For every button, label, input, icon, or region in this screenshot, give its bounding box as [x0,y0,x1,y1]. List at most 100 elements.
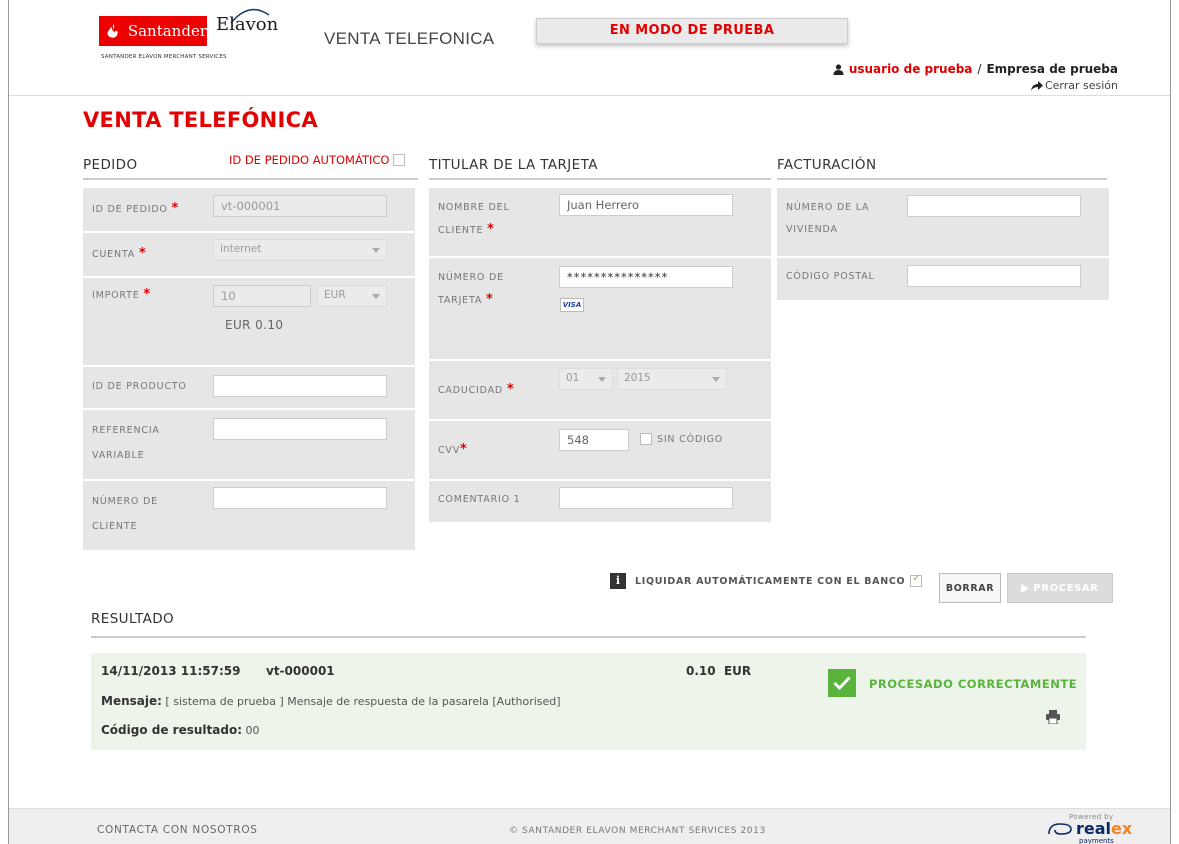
result-panel: 14/11/2013 11:57:59 vt-000001 0.10 EUR M… [91,653,1086,750]
auto-order-id-toggle[interactable]: ID DE PEDIDO AUTOMÁTICO [229,153,406,167]
importe-label: IMPORTE * [92,287,151,302]
postal-label: CÓDIGO POSTAL [786,271,875,282]
comentario-input[interactable] [559,487,733,509]
santander-flame-icon [107,24,118,38]
currency-select[interactable]: EUR [317,285,387,307]
postal-input[interactable] [907,265,1081,287]
titular-section-title: TITULAR DE LA TARJETA [429,157,771,180]
facturacion-panel: NÚMERO DE LA VIVIENDA CÓDIGO POSTAL [777,188,1109,300]
comentario-label: COMENTARIO 1 [438,494,521,505]
cuenta-label: CUENTA * [92,246,147,261]
app-title: VENTA TELEFONICA [324,29,495,48]
cvv-label: CVV* [438,442,468,457]
cvv-row: CVV* SIN CÓDIGO [429,421,771,479]
realex-text: realex [1076,819,1133,838]
santander-logo: Santander [99,16,207,46]
auto-settle-checkbox[interactable] [910,573,923,587]
vivienda-input[interactable] [907,195,1081,217]
header: Santander Elavon SANTANDER ELAVON MERCHA… [9,0,1170,96]
process-button[interactable]: PROCESAR [1007,573,1113,603]
result-status: PROCESADO CORRECTAMENTE [869,677,1078,691]
cuenta-select[interactable]: internet [213,239,387,261]
user-name-link[interactable]: usuario de prueba [849,62,973,76]
cliente-label: NÚMERO DE CLIENTE [92,496,158,532]
user-icon [833,63,844,75]
print-icon[interactable] [1045,710,1061,724]
caducidad-row: CADUCIDAD * 01 2015 [429,361,771,419]
cuenta-row: CUENTA * internet [83,233,415,276]
result-amount: 0.10 EUR [686,664,752,678]
copyright: © SANTANDER ELAVON MERCHANT SERVICES 201… [509,826,766,836]
page-title: VENTA TELEFÓNICA [83,108,318,132]
vivienda-row: NÚMERO DE LA VIVIENDA [777,188,1109,256]
tarjeta-row: NÚMERO DE TARJETA * VISA [429,258,771,359]
app-frame: Santander Elavon SANTANDER ELAVON MERCHA… [8,0,1171,844]
logout-link[interactable]: Cerrar sesión [1030,79,1118,92]
referencia-row: REFERENCIA VARIABLE [83,410,415,479]
referencia-input[interactable] [213,418,387,440]
exp-year-select[interactable]: 2015 [617,368,727,390]
chevron-down-icon [712,377,720,382]
cliente-row: NÚMERO DE CLIENTE [83,481,415,550]
auto-settle-label: LIQUIDAR AUTOMÁTICAMENTE CON EL BANCO [635,575,906,587]
visa-card-icon: VISA [560,298,584,312]
referencia-label: REFERENCIA VARIABLE [92,425,160,461]
contact-link[interactable]: CONTACTA CON NOSOTROS [97,824,258,836]
producto-input[interactable] [213,375,387,397]
info-icon[interactable]: i [610,573,626,589]
footer: CONTACTA CON NOSOTROS © SANTANDER ELAVON… [9,808,1170,844]
santander-logo-text: Santander [127,22,207,40]
auto-order-id-label: ID DE PEDIDO AUTOMÁTICO [229,153,390,167]
titular-panel: NOMBRE DEL CLIENTE * NÚMERO DE TARJETA *… [429,188,771,522]
nombre-label: NOMBRE DEL CLIENTE * [438,202,510,237]
elavon-logo: Elavon [216,14,279,35]
play-icon [1021,583,1030,593]
facturacion-section-title: FACTURACIÓN [777,157,1107,180]
postal-row: CÓDIGO POSTAL [777,258,1109,300]
clear-button[interactable]: BORRAR [939,573,1001,603]
user-separator: / [977,62,982,76]
vivienda-label: NÚMERO DE LA VIVIENDA [786,202,870,235]
auto-settle-toggle[interactable]: LIQUIDAR AUTOMÁTICAMENTE CON EL BANCO [635,573,923,587]
caducidad-label: CADUCIDAD * [438,382,515,397]
nombre-input[interactable] [559,194,733,216]
result-message: Mensaje: [ sistema de prueba ] Mensaje d… [101,694,561,708]
result-section-title: RESULTADO [91,611,1086,638]
order-id-row: ID DE PEDIDO * [83,188,415,231]
logout-label: Cerrar sesión [1044,79,1118,92]
chevron-down-icon [598,377,606,382]
process-button-label: PROCESAR [1033,582,1099,594]
share-arrow-icon [1030,80,1043,91]
pedido-panel: ID DE PEDIDO * CUENTA * internet IMPORTE… [83,188,415,550]
producto-label: ID DE PRODUCTO [92,381,187,392]
no-cvv-toggle[interactable]: SIN CÓDIGO [640,433,723,445]
no-cvv-checkbox[interactable] [640,433,652,445]
user-info: usuario de prueba / Empresa de prueba [833,62,1118,76]
importe-row: IMPORTE * EUR EUR 0.10 [83,278,415,365]
comentario-row: COMENTARIO 1 [429,481,771,522]
exp-month-select[interactable]: 01 [559,368,613,390]
realex-logo: realex [1047,819,1133,838]
importe-formatted: EUR 0.10 [225,318,284,332]
chevron-down-icon [372,248,380,253]
producto-row: ID DE PRODUCTO [83,367,415,408]
auto-order-id-checkbox[interactable] [393,154,406,166]
result-date: 14/11/2013 11:57:59 [101,664,241,678]
chevron-down-icon [372,294,380,299]
card-number-input[interactable] [559,266,733,288]
cvv-input[interactable] [559,429,629,451]
realex-swirl-icon [1048,823,1072,835]
no-cvv-label: SIN CÓDIGO [657,433,724,445]
tarjeta-label: NÚMERO DE TARJETA * [438,272,504,307]
importe-input[interactable] [213,285,311,307]
cliente-input[interactable] [213,487,387,509]
order-id-input[interactable] [213,195,387,217]
realex-payments-label: payments [1079,837,1114,844]
success-check-icon [828,669,856,697]
order-id-label: ID DE PEDIDO * [92,201,180,216]
nombre-row: NOMBRE DEL CLIENTE * [429,188,771,256]
brand-subline: SANTANDER ELAVON MERCHANT SERVICES [101,54,227,60]
result-code: Código de resultado: 00 [101,723,260,737]
test-mode-banner: EN MODO DE PRUEBA [536,18,848,44]
result-order-id: vt-000001 [266,664,335,678]
